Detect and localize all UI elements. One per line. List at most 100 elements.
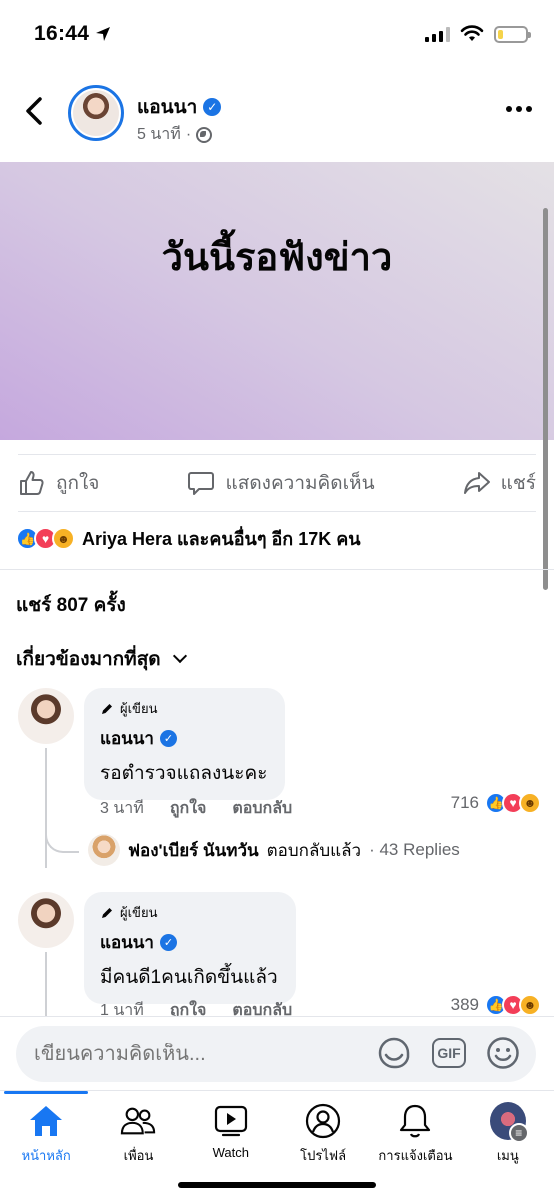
comment-reply-button[interactable]: ตอบกลับ: [232, 796, 292, 821]
input-icons: GIF: [376, 1035, 520, 1071]
comment-input-bar: GIF: [0, 1016, 554, 1090]
filter-label[interactable]: เกี่ยวข้องมากที่สุด: [16, 644, 161, 674]
comment-reaction-count[interactable]: 716: [451, 793, 479, 813]
care-reaction-icon: ☻: [519, 994, 541, 1016]
comment-reactions[interactable]: 389 👍 ♥ ☻: [451, 994, 541, 1016]
comment-reaction-icons: 👍 ♥ ☻: [485, 792, 541, 814]
meta-separator: ·: [185, 125, 192, 143]
share-count[interactable]: แชร์ 807 ครั้ง: [16, 590, 126, 620]
author-avatar[interactable]: [68, 85, 124, 141]
thread-line: [45, 748, 47, 868]
verified-badge-icon: ✓: [159, 934, 177, 951]
scrollbar[interactable]: [543, 208, 548, 590]
share-label[interactable]: แชร์: [501, 468, 536, 498]
comment-bubble: ผู้เขียน แอนนา ✓ รอตำรวจแถลงนะคะ: [84, 688, 286, 800]
reply-action-text[interactable]: ตอบกลับแล้ว: [267, 837, 361, 864]
comment-reaction-count[interactable]: 389: [451, 995, 479, 1015]
tab-watch-label[interactable]: Watch: [213, 1145, 249, 1160]
thumbs-up-icon: [20, 471, 44, 495]
globe-icon: [196, 126, 213, 143]
commenter-name[interactable]: แอนนา ✓: [100, 725, 267, 752]
back-icon[interactable]: [22, 96, 48, 126]
comment-bubble-icon: [188, 472, 215, 495]
commenter-name[interactable]: แอนนา ✓: [100, 929, 278, 956]
comment-reaction-icons: 👍 ♥ ☻: [485, 994, 541, 1016]
commenter-name-text[interactable]: แอนนา: [100, 929, 154, 956]
verified-badge-icon: ✓: [203, 98, 222, 116]
gif-icon[interactable]: GIF: [432, 1038, 466, 1068]
commenter-avatar[interactable]: [18, 892, 74, 948]
reaction-icons: 👍 ♥ ☻: [16, 527, 75, 550]
comment-reactions[interactable]: 716 👍 ♥ ☻: [451, 792, 541, 814]
post-actions: ถูกใจ แสดงความคิดเห็น แชร์: [18, 454, 536, 512]
tab-notifications-label[interactable]: การแจ้งเตือน: [378, 1145, 452, 1166]
comment-filter-dropdown[interactable]: เกี่ยวข้องมากที่สุด: [16, 644, 187, 674]
clock-text: 16:44: [34, 22, 90, 45]
comment-bubble: ผู้เขียน แอนนา ✓ มีคนดี1คนเกิดขึ้นแล้ว: [84, 892, 296, 1004]
post-time[interactable]: 5 นาที: [137, 122, 181, 147]
author-name[interactable]: แอนนา ✓: [137, 92, 222, 122]
care-reaction-icon: ☻: [52, 527, 75, 550]
tab-watch[interactable]: Watch: [185, 1103, 277, 1166]
tab-friends-label[interactable]: เพื่อน: [124, 1145, 154, 1166]
bell-icon: [400, 1104, 431, 1138]
thread-line: [45, 952, 47, 1022]
comment-button[interactable]: แสดงความคิดเห็น: [187, 468, 375, 498]
watch-icon: [214, 1105, 247, 1137]
share-button[interactable]: แชร์: [463, 468, 536, 498]
reply-connector: [45, 823, 79, 853]
home-icon: [30, 1106, 63, 1136]
replier-avatar[interactable]: [88, 834, 120, 866]
tab-friends[interactable]: เพื่อน: [92, 1103, 184, 1166]
tab-menu-label[interactable]: เมนู: [497, 1145, 519, 1166]
reply-preview[interactable]: ฟอง'เบียร์ นันทวัน ตอบกลับแล้ว · 43 Repl…: [88, 834, 460, 866]
like-button[interactable]: ถูกใจ: [18, 468, 99, 498]
reply-count[interactable]: · 43 Replies: [369, 840, 460, 860]
author-tag-text: ผู้เขียน: [120, 905, 158, 920]
tab-home[interactable]: หน้าหลัก: [0, 1103, 92, 1166]
care-reaction-icon: ☻: [519, 792, 541, 814]
divider: [0, 569, 554, 570]
status-bar: 16:44: [0, 0, 554, 70]
friends-icon: [121, 1107, 156, 1135]
battery-icon: [494, 25, 531, 43]
author-tag: ผู้เขียน: [100, 698, 267, 719]
comment-label[interactable]: แสดงความคิดเห็น: [225, 468, 374, 498]
pen-icon: [102, 703, 112, 714]
tab-profile-label[interactable]: โปรไฟล์: [300, 1145, 346, 1166]
comment-input[interactable]: [34, 1042, 364, 1066]
post-text: วันนี้รอฟังข่าว: [161, 237, 393, 279]
post-meta: 5 นาที ·: [137, 122, 213, 147]
like-label[interactable]: ถูกใจ: [56, 468, 99, 498]
bottom-navigation: หน้าหลัก เพื่อน Watch โปรไฟล์ การแจ้งเตื…: [0, 1090, 554, 1200]
replier-name[interactable]: ฟอง'เบียร์ นันทวัน: [128, 837, 259, 864]
emoji-icon[interactable]: [486, 1036, 520, 1070]
share-arrow-icon: [463, 472, 490, 494]
verified-badge-icon: ✓: [159, 730, 177, 747]
comment-meta: 3 นาที ถูกใจ ตอบกลับ: [100, 796, 292, 821]
tab-notifications[interactable]: การแจ้งเตือน: [369, 1103, 461, 1166]
author-tag: ผู้เขียน: [100, 902, 278, 923]
comment-like-button[interactable]: ถูกใจ: [170, 796, 207, 821]
profile-icon: [306, 1103, 341, 1139]
author-name-text[interactable]: แอนนา: [137, 92, 197, 122]
wifi-icon: [460, 25, 484, 41]
post-background: วันนี้รอฟังข่าว: [0, 162, 554, 440]
sticker-icon[interactable]: [376, 1035, 412, 1071]
more-options-icon[interactable]: [506, 106, 532, 112]
reactions-summary[interactable]: 👍 ♥ ☻ Ariya Hera และคนอื่นๆ อีก 17K คน: [16, 524, 361, 553]
chevron-down-icon: [172, 648, 187, 664]
status-time: 16:44: [34, 22, 111, 46]
commenter-avatar[interactable]: [18, 688, 74, 744]
location-arrow-icon: [96, 27, 111, 41]
tab-home-label[interactable]: หน้าหลัก: [22, 1145, 71, 1166]
tab-profile[interactable]: โปรไฟล์: [277, 1103, 369, 1166]
menu-avatar-icon: [489, 1102, 529, 1143]
active-tab-indicator: [4, 1091, 88, 1094]
comment-time[interactable]: 3 นาที: [100, 796, 144, 821]
author-tag-text: ผู้เขียน: [120, 701, 158, 716]
commenter-name-text[interactable]: แอนนา: [100, 725, 154, 752]
comment-text: มีคนดี1คนเกิดขึ้นแล้ว: [100, 967, 278, 988]
reactions-summary-text[interactable]: Ariya Hera และคนอื่นๆ อีก 17K คน: [82, 524, 361, 553]
tab-menu[interactable]: เมนู: [462, 1102, 554, 1166]
